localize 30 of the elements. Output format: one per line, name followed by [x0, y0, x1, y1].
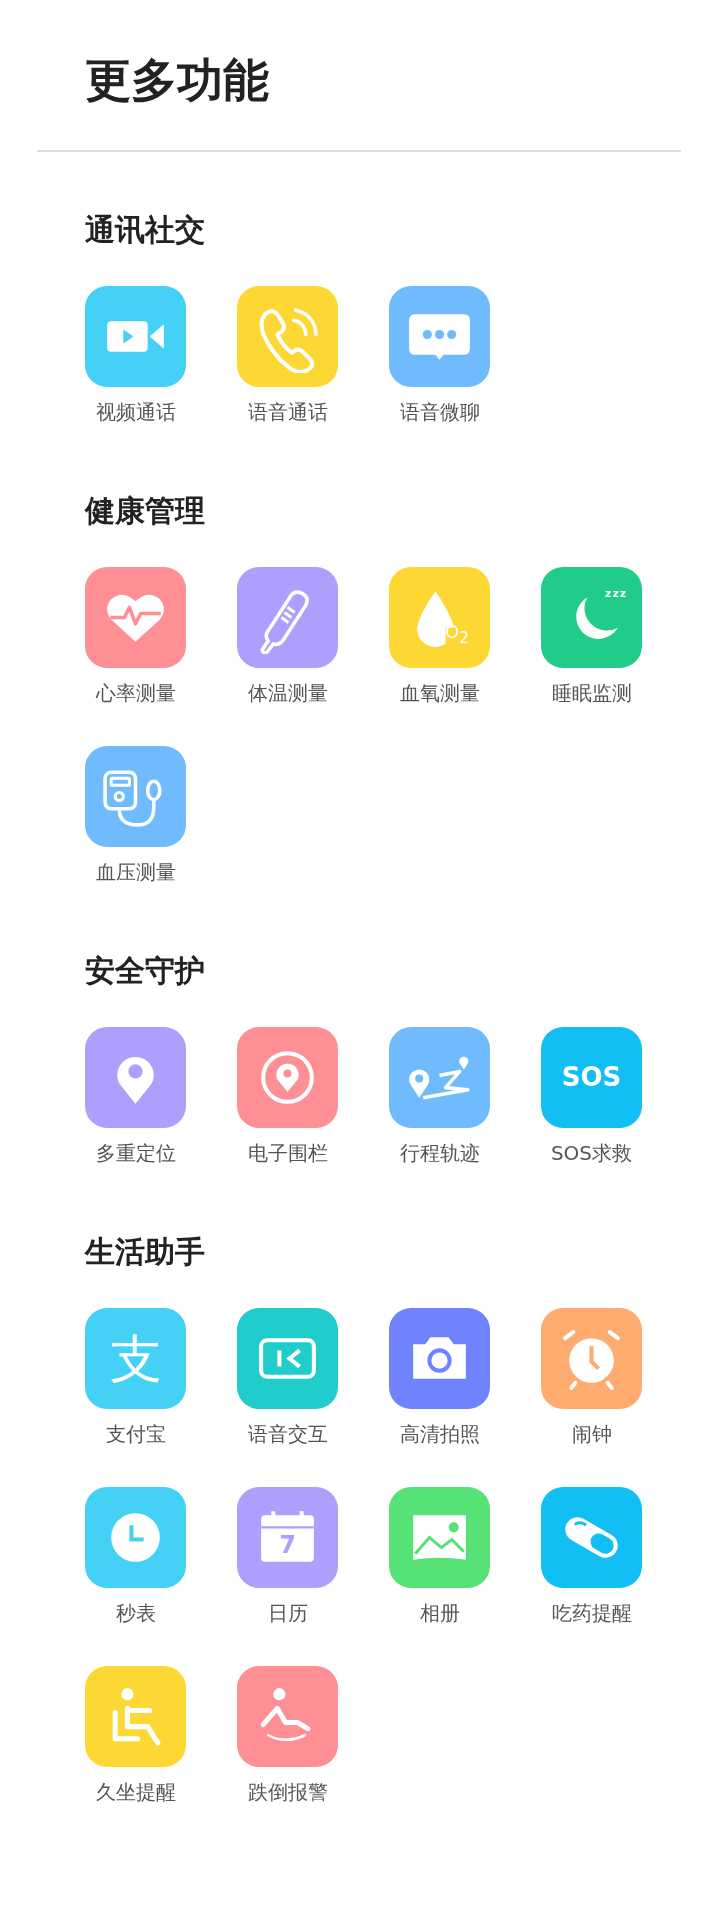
icon-glyph: zzz	[605, 587, 628, 601]
feature-button[interactable]: 多重定位	[85, 1027, 186, 1166]
icon-glyph: 支	[108, 1330, 163, 1388]
icon-glyph: 7	[278, 1531, 297, 1559]
section-title: 健康管理	[85, 492, 205, 530]
feature-button[interactable]: 支 支付宝	[85, 1308, 186, 1447]
feature-button[interactable]: 视频通话	[85, 286, 186, 425]
feature-button[interactable]: 行程轨迹	[389, 1027, 490, 1166]
feature-button[interactable]: 语音交互	[237, 1308, 338, 1447]
feature-button[interactable]: 跌倒报警	[237, 1666, 338, 1805]
feature-button[interactable]: 语音通话	[237, 286, 338, 425]
icon-glyph: SOS	[560, 1061, 623, 1093]
feature-button[interactable]: zzz 睡眠监测	[541, 567, 642, 706]
feature-button[interactable]: 血压测量	[85, 746, 186, 885]
section-title: 安全守护	[85, 952, 205, 990]
section-title: 生活助手	[85, 1233, 205, 1271]
feature-button[interactable]: 语音微聊	[389, 286, 490, 425]
feature-button[interactable]: SOS SOS求救	[541, 1027, 642, 1166]
feature-button[interactable]: 秒表	[85, 1487, 186, 1626]
page-title: 更多功能	[85, 52, 270, 108]
feature-button[interactable]: 相册	[389, 1487, 490, 1626]
feature-button[interactable]: 7 日历	[237, 1487, 338, 1626]
feature-button[interactable]: 吃药提醒	[541, 1487, 642, 1626]
feature-button[interactable]: 心率测量	[85, 567, 186, 706]
section-title: 通讯社交	[85, 211, 205, 249]
feature-button[interactable]: 闹钟	[541, 1308, 642, 1447]
feature-button[interactable]: 久坐提醒	[85, 1666, 186, 1805]
feature-button[interactable]: 高清拍照	[389, 1308, 490, 1447]
feature-button[interactable]: 电子围栏	[237, 1027, 338, 1166]
feature-button[interactable]: 体温测量	[237, 567, 338, 706]
